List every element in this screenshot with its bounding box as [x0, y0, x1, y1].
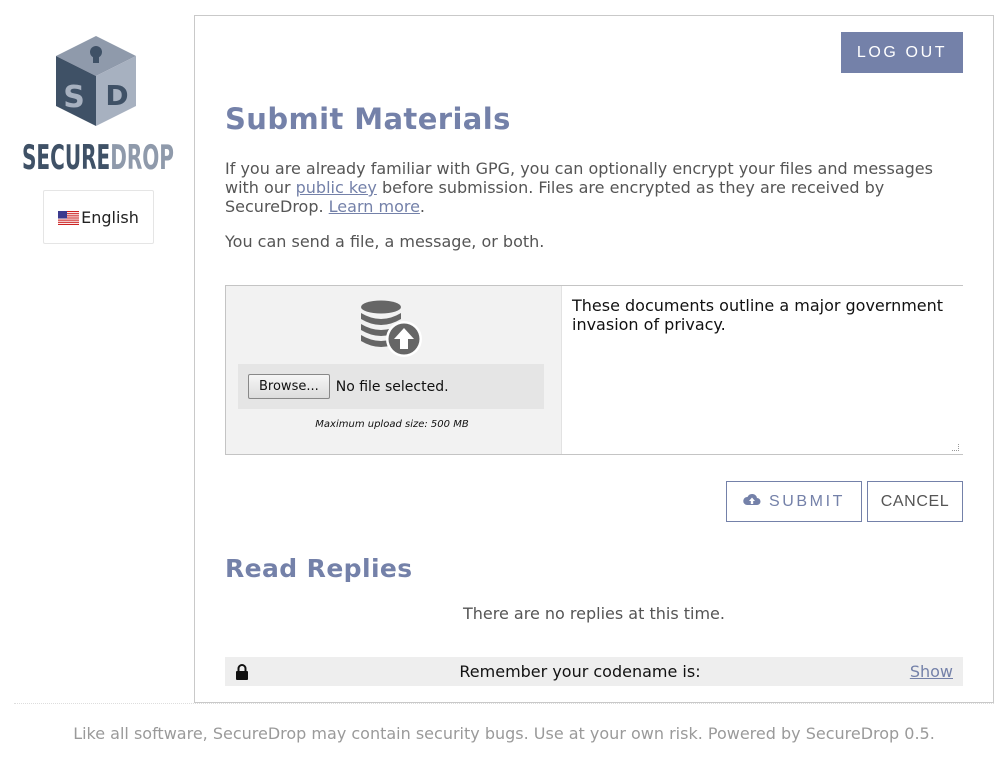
message-textarea[interactable]: These documents outline a major governme… — [561, 286, 963, 454]
codename-text: Remember your codename is: — [459, 662, 701, 681]
us-flag-icon — [58, 210, 80, 225]
main-panel: LOG OUT Submit Materials If you are alre… — [194, 15, 994, 703]
database-upload-icon — [359, 299, 425, 359]
svg-text:SECUREDROP: SECUREDROP — [22, 138, 174, 173]
file-status: No file selected. — [335, 378, 449, 395]
resize-handle[interactable] — [952, 444, 959, 451]
submit-button[interactable]: SUBMIT — [726, 481, 862, 522]
show-codename-link[interactable]: Show — [910, 662, 953, 681]
intro-text-part: . — [419, 197, 426, 216]
logo-monogram-d: D — [105, 79, 128, 112]
page-title: Submit Materials — [225, 102, 511, 136]
securedrop-logo: S D SECUREDROP — [22, 35, 174, 178]
cancel-button[interactable]: CANCEL — [867, 481, 963, 522]
file-input: Browse... No file selected. — [238, 364, 544, 409]
logo-monogram-s: S — [63, 80, 85, 115]
learn-more-link[interactable]: Learn more — [329, 197, 420, 216]
logo-word-secure: SECURE — [22, 138, 110, 173]
replies-title: Read Replies — [225, 554, 413, 583]
logo-word-drop: DROP — [110, 138, 174, 173]
codename-reminder: Remember your codename is: Show — [225, 657, 963, 686]
max-upload-size: Maximum upload size: 500 MB — [315, 419, 469, 430]
no-replies-text: There are no replies at this time. — [463, 604, 725, 623]
choice-text: You can send a file, a message, or both. — [225, 232, 545, 251]
language-selector[interactable]: English — [43, 190, 154, 244]
submission-form: Browse... No file selected. Maximum uplo… — [225, 285, 963, 455]
footer-divider — [14, 703, 994, 704]
cloud-upload-icon — [743, 493, 761, 511]
footer-text: Like all software, SecureDrop may contai… — [73, 724, 935, 743]
browse-button[interactable]: Browse... — [248, 374, 330, 399]
intro-text: If you are already familiar with GPG, yo… — [225, 159, 955, 216]
logout-button[interactable]: LOG OUT — [841, 32, 963, 73]
submit-label: SUBMIT — [768, 492, 846, 510]
public-key-link[interactable]: public key — [296, 178, 377, 197]
language-label: English — [81, 207, 139, 227]
